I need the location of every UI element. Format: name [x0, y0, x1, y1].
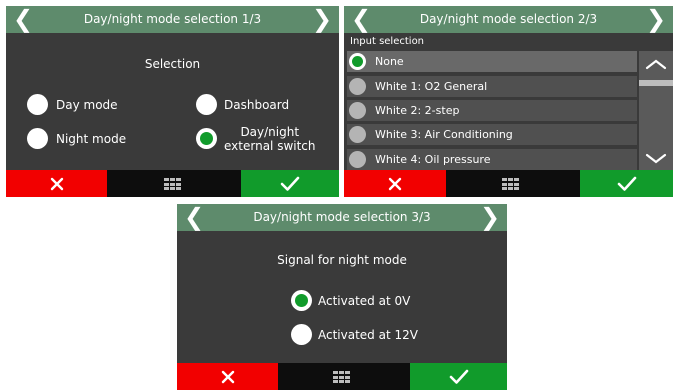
chevron-left-icon[interactable]: ❮ [183, 204, 205, 231]
close-icon [221, 370, 234, 383]
list-item[interactable]: White 3: Air Conditioning [347, 124, 637, 145]
chevron-left-icon[interactable]: ❮ [350, 6, 372, 33]
label-line-1: Day/night [240, 125, 300, 139]
label-line-2: external switch [224, 139, 316, 153]
radio-external-switch-label: Day/night external switch [224, 125, 316, 153]
confirm-button[interactable] [241, 170, 339, 197]
radio-indicator [349, 102, 366, 119]
checkmark-icon [617, 176, 636, 191]
cancel-button[interactable] [6, 170, 107, 197]
scroll-down-button[interactable] [639, 148, 673, 170]
scroll-up-button[interactable] [639, 51, 673, 77]
grid-menu-icon[interactable] [164, 178, 182, 190]
radio-day-mode[interactable] [27, 94, 48, 115]
title-bar: Day/night mode selection 3/3 ❮ ❯ [177, 204, 507, 231]
radio-dashboard[interactable] [196, 94, 217, 115]
radio-dashboard-label: Dashboard [224, 98, 290, 112]
radio-night-mode-label: Night mode [56, 132, 127, 146]
chevron-right-icon[interactable]: ❯ [479, 204, 501, 231]
radio-indicator [349, 126, 366, 143]
list-subheading: Input selection [350, 36, 425, 47]
chevron-up-icon [645, 59, 667, 70]
bottom-bar [177, 363, 507, 390]
cancel-button[interactable] [177, 363, 278, 390]
radio-indicator [349, 78, 366, 95]
scroll-thumb[interactable] [639, 80, 673, 86]
radio-activated-12v-label: Activated at 12V [318, 328, 418, 342]
section-heading: Selection [144, 57, 201, 71]
title-bar: Day/night mode selection 2/3 ❮ ❯ [344, 6, 673, 33]
title-bar: Day/night mode selection 1/3 ❮ ❯ [6, 6, 339, 33]
panel-signal-selection-3: Day/night mode selection 3/3 ❮ ❯ Signal … [177, 204, 507, 390]
chevron-right-icon[interactable]: ❯ [311, 6, 333, 33]
confirm-button[interactable] [410, 363, 507, 390]
confirm-button[interactable] [580, 170, 673, 197]
radio-external-switch[interactable] [196, 128, 217, 149]
page-title: Day/night mode selection 3/3 [253, 210, 431, 224]
checkmark-icon [449, 369, 468, 384]
radio-activated-12v[interactable] [291, 324, 312, 345]
list-item[interactable]: White 1: O2 General [347, 76, 637, 97]
list-item[interactable]: White 2: 2-step [347, 100, 637, 121]
page-title: Day/night mode selection 2/3 [419, 12, 598, 26]
grid-menu-icon[interactable] [502, 178, 520, 190]
page-title: Day/night mode selection 1/3 [83, 12, 262, 26]
scrollbar[interactable] [639, 51, 673, 170]
checkmark-icon [280, 176, 300, 191]
bottom-bar [344, 170, 673, 197]
radio-activated-0v-label: Activated at 0V [318, 294, 411, 308]
list-item[interactable]: White 4: Oil pressure [347, 149, 637, 170]
panel-selection-1: Day/night mode selection 1/3 ❮ ❯ Selecti… [6, 6, 339, 197]
grid-menu-icon[interactable] [333, 371, 351, 383]
close-icon [50, 177, 63, 190]
list-item[interactable]: None [347, 51, 637, 72]
section-heading: Signal for night mode [277, 253, 407, 267]
radio-night-mode[interactable] [27, 128, 48, 149]
panel-input-selection-2: Day/night mode selection 2/3 ❮ ❯ Input s… [344, 6, 673, 197]
radio-indicator [349, 151, 366, 168]
chevron-down-icon [645, 153, 667, 164]
radio-day-mode-label: Day mode [56, 98, 118, 112]
radio-indicator [349, 53, 366, 70]
close-icon [388, 177, 402, 190]
cancel-button[interactable] [344, 170, 446, 197]
chevron-right-icon[interactable]: ❯ [645, 6, 667, 33]
chevron-left-icon[interactable]: ❮ [12, 6, 34, 33]
bottom-bar [6, 170, 339, 197]
radio-activated-0v[interactable] [291, 290, 312, 311]
